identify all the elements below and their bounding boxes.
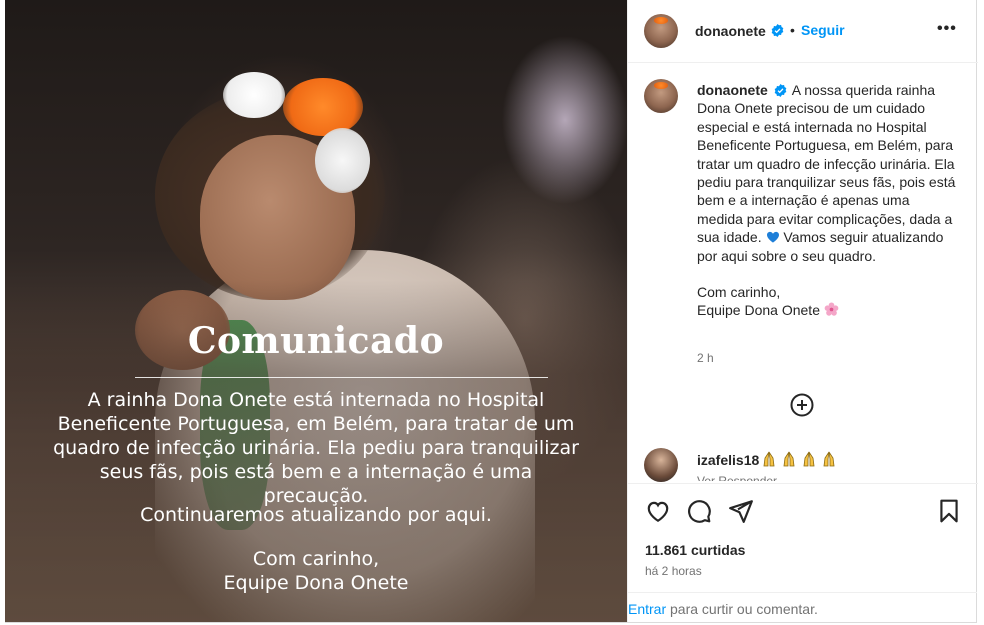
load-more-comments-icon[interactable] — [790, 393, 814, 417]
comment-bubble-icon[interactable] — [686, 498, 712, 524]
image-divider — [135, 377, 548, 378]
header-separator: • — [790, 22, 795, 38]
share-send-icon[interactable] — [728, 498, 754, 524]
caption-signoff-team: Equipe Dona Onete — [697, 302, 820, 319]
caption-avatar[interactable] — [644, 79, 678, 113]
caption-text: donaonete A nossa querida rainha Dona On… — [697, 81, 957, 320]
image-signoff-line-2: Equipe Dona Onete — [223, 572, 409, 594]
login-prompt: Entrar para curtir ou comentar. — [627, 592, 977, 623]
image-title: Comunicado — [187, 320, 445, 362]
like-heart-icon[interactable] — [645, 498, 671, 524]
post-header: donaonete • Seguir ••• — [628, 0, 978, 63]
post-side-panel: donaonete • Seguir ••• donaonete A nossa… — [627, 0, 978, 623]
pray-emoji-icon — [823, 451, 835, 467]
likes-count[interactable]: 11.861 curtidas — [645, 542, 745, 558]
caption-body: A nossa querida rainha Dona Onete precis… — [697, 82, 956, 246]
comment-meta-cut: Ver Responder — [697, 474, 778, 481]
post-timestamp[interactable]: há 2 horas — [645, 564, 702, 578]
author-username[interactable]: donaonete — [695, 23, 766, 39]
image-body-text: A rainha Dona Onete está internada no Ho… — [53, 389, 579, 507]
verified-badge-icon — [771, 24, 784, 37]
image-overlay — [5, 0, 627, 623]
caption-paragraph-1: donaonete A nossa querida rainha Dona On… — [697, 81, 957, 265]
caption-username[interactable]: donaonete — [697, 82, 768, 98]
caption-signoff-line-2: Equipe Dona Onete — [697, 301, 957, 319]
verified-badge-icon — [774, 84, 787, 97]
commenter-avatar[interactable] — [644, 448, 678, 482]
follow-button[interactable]: Seguir — [801, 22, 845, 38]
cherry-blossom-emoji-icon — [824, 302, 839, 317]
frame-border — [5, 622, 977, 623]
login-prompt-text: para curtir ou comentar. — [670, 601, 818, 617]
pray-emoji-icon — [763, 451, 775, 467]
login-link[interactable]: Entrar — [628, 601, 666, 617]
pray-emoji-icon — [803, 451, 815, 467]
caption-signoff: Com carinho, Equipe Dona Onete — [697, 283, 957, 320]
commenter-username[interactable]: izafelis18 — [697, 452, 759, 468]
more-options-icon[interactable]: ••• — [937, 20, 959, 40]
caption-area: donaonete A nossa querida rainha Dona On… — [628, 63, 978, 483]
save-bookmark-icon[interactable] — [936, 498, 962, 524]
post-image[interactable]: Comunicado A rainha Dona Onete está inte… — [5, 0, 627, 623]
image-signoff-line-1: Com carinho, — [252, 548, 380, 570]
blue-heart-emoji-icon — [766, 232, 779, 243]
caption-signoff-line-1: Com carinho, — [697, 284, 781, 301]
image-update-text: Continuaremos atualizando por aqui. — [140, 504, 492, 526]
caption-time: 2 h — [697, 351, 714, 365]
image-signoff: Com carinho, Equipe Dona Onete — [5, 547, 627, 595]
author-avatar[interactable] — [644, 14, 678, 48]
pray-emoji-icon — [783, 451, 795, 467]
